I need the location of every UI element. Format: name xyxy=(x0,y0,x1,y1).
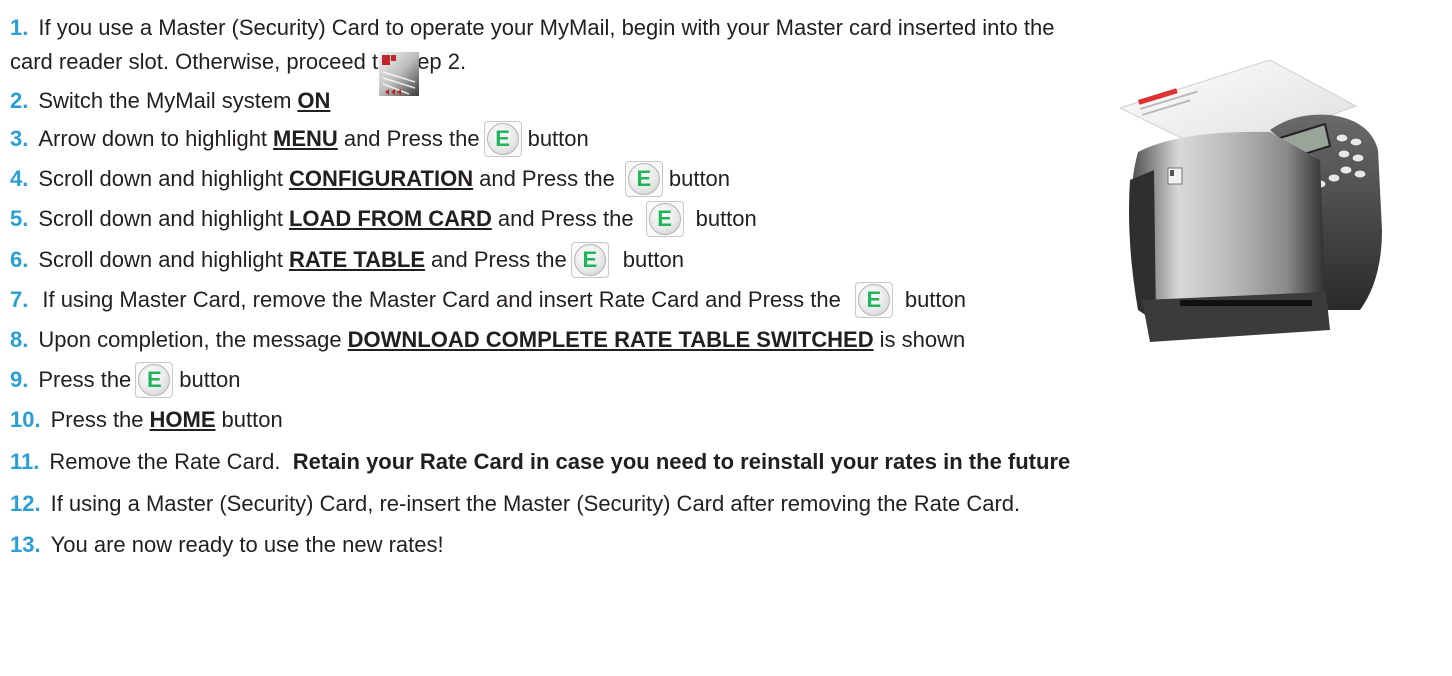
step-number: 7. xyxy=(10,287,29,312)
step-9: 9. Press the E button xyxy=(10,362,241,398)
step-text: Arrow down to highlight xyxy=(38,126,268,151)
step-12: 12. If using a Master (Security) Card, r… xyxy=(10,489,1020,519)
master-card-image xyxy=(379,52,419,96)
step-number: 1. xyxy=(10,15,29,40)
step-number: 13. xyxy=(10,532,41,557)
e-button-icon: E xyxy=(854,282,893,318)
step-number: 2. xyxy=(10,88,29,113)
step-text: button xyxy=(668,166,731,191)
step-emphasis: Retain your Rate Card in case you need t… xyxy=(292,449,1071,474)
e-button-icon: E xyxy=(483,121,522,157)
step-keyword: ON xyxy=(297,88,331,113)
step-text: If you use a Master (Security) Card to o… xyxy=(38,15,1055,40)
step-number: 5. xyxy=(10,206,29,231)
step-7: 7. If using Master Card, remove the Mast… xyxy=(10,282,966,318)
step-10: 10. Press the HOME button xyxy=(10,405,283,435)
step-keyword: LOAD FROM CARD xyxy=(288,206,492,231)
step-text: button xyxy=(179,367,241,392)
step-number: 8. xyxy=(10,327,29,352)
step-text: Scroll down and highlight xyxy=(38,206,283,231)
step-text: Scroll down and highlight xyxy=(38,166,283,191)
step-text: Upon completion, the message xyxy=(38,327,342,352)
franking-machine-image xyxy=(1120,60,1382,342)
step-keyword: MENU xyxy=(273,126,338,151)
step-keyword: HOME xyxy=(149,407,216,432)
step-13: 13. You are now ready to use the new rat… xyxy=(10,530,444,560)
step-number: 12. xyxy=(10,491,41,516)
step-text: If using a Master (Security) Card, re-in… xyxy=(50,491,1021,516)
step-text: Press the xyxy=(50,407,144,432)
step-text: You are now ready to use the new rates! xyxy=(50,532,444,557)
step-text: button xyxy=(622,247,684,272)
step-5: 5. Scroll down and highlight LOAD FROM C… xyxy=(10,201,757,237)
step-11: 11. Remove the Rate Card. Retain your Ra… xyxy=(10,447,1070,477)
step-3: 3. Arrow down to highlight MENU and Pres… xyxy=(10,121,589,157)
step-2: 2. Switch the MyMail system ON xyxy=(10,86,330,116)
step-text: Remove the Rate Card. xyxy=(49,449,293,474)
step-text: and Press the xyxy=(431,247,567,272)
step-text: and Press the xyxy=(497,206,634,231)
step-text: Switch the MyMail system xyxy=(38,88,292,113)
step-4: 4. Scroll down and highlight CONFIGURATI… xyxy=(10,161,731,197)
e-button-icon: E xyxy=(135,362,174,398)
e-button-icon: E xyxy=(570,242,609,278)
step-text: is shown xyxy=(879,327,966,352)
step-number: 10. xyxy=(10,407,41,432)
step-text: Press the xyxy=(38,367,132,392)
step-number: 4. xyxy=(10,166,29,191)
step-text: button xyxy=(221,407,283,432)
step-text: button xyxy=(527,126,589,151)
step-number: 9. xyxy=(10,367,29,392)
e-button-icon: E xyxy=(624,161,663,197)
step-number: 6. xyxy=(10,247,29,272)
step-6: 6. Scroll down and highlight RATE TABLE … xyxy=(10,242,684,278)
step-number: 3. xyxy=(10,126,29,151)
step-8: 8. Upon completion, the message DOWNLOAD… xyxy=(10,325,965,355)
step-keyword: CONFIGURATION xyxy=(288,166,474,191)
step-text: and Press the xyxy=(343,126,480,151)
step-1: 1. If you use a Master (Security) Card t… xyxy=(10,13,1054,43)
step-text: Scroll down and highlight xyxy=(38,247,283,272)
step-text: button xyxy=(695,206,757,231)
step-keyword: DOWNLOAD COMPLETE RATE TABLE SWITCHED xyxy=(347,327,874,352)
step-text: button xyxy=(904,287,966,312)
step-text: If using Master Card, remove the Master … xyxy=(42,287,841,312)
e-button-icon: E xyxy=(645,201,684,237)
step-text: and Press the xyxy=(479,166,615,191)
step-number: 11. xyxy=(10,449,40,474)
step-keyword: RATE TABLE xyxy=(288,247,426,272)
